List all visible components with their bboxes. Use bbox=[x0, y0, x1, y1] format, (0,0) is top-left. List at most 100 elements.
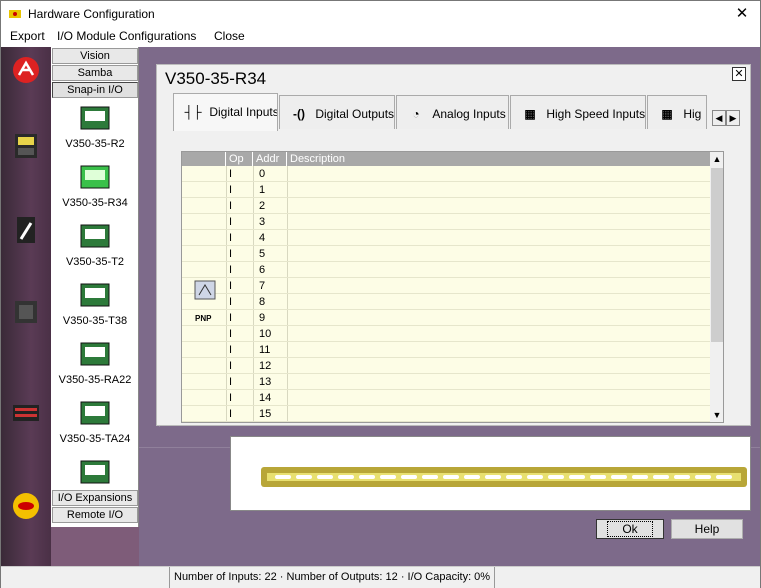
row-addr: 0 bbox=[259, 168, 266, 180]
menu-close[interactable]: Close bbox=[214, 29, 245, 43]
tab-scroll-right-icon[interactable]: ▶ bbox=[726, 110, 740, 126]
menu-io-module-configurations[interactable]: I/O Module Configurations bbox=[57, 29, 196, 43]
module-chip-icon bbox=[80, 165, 110, 189]
scroll-up-icon[interactable]: ▲ bbox=[710, 152, 723, 166]
help-button[interactable]: Help bbox=[671, 519, 743, 539]
module-item[interactable]: V350-35-R2 bbox=[52, 103, 138, 161]
header-blank bbox=[182, 152, 226, 166]
tab-scroll-left-icon[interactable]: ◀ bbox=[712, 110, 726, 126]
module-label: V350-35-T38 bbox=[62, 315, 128, 327]
din-rail bbox=[261, 467, 747, 487]
io-strip-icon[interactable] bbox=[11, 397, 41, 427]
pnp-icon bbox=[194, 280, 216, 300]
table-row[interactable]: I3 bbox=[182, 214, 710, 230]
row-addr: 5 bbox=[259, 248, 266, 260]
table-row[interactable]: I 10 bbox=[182, 326, 710, 342]
tab-high-speed-outputs[interactable]: ▦ Hig bbox=[647, 95, 707, 129]
controller-icon[interactable] bbox=[11, 131, 41, 161]
header-addr[interactable]: Addr bbox=[253, 152, 287, 166]
row-op: I bbox=[229, 360, 233, 372]
module-label: V350-35-T2 bbox=[65, 256, 125, 268]
grid-header: Op Addr Description bbox=[182, 152, 710, 166]
row-addr: 15 bbox=[259, 408, 272, 420]
module-label: V350-35-TA24 bbox=[59, 433, 131, 445]
table-row[interactable]: I5 bbox=[182, 246, 710, 262]
row-addr: 6 bbox=[259, 264, 266, 276]
table-row[interactable]: I1 bbox=[182, 182, 710, 198]
row-op: I bbox=[229, 264, 233, 276]
row-addr: 4 bbox=[259, 232, 266, 244]
pnp-label: PNP bbox=[195, 314, 212, 323]
scroll-down-icon[interactable]: ▼ bbox=[710, 408, 723, 422]
window-close-button[interactable]: ✕ bbox=[728, 3, 756, 25]
table-row[interactable]: I9 bbox=[182, 310, 710, 326]
table-row[interactable]: I 15 bbox=[182, 406, 710, 422]
palette-tab-remote-io[interactable]: Remote I/O bbox=[52, 507, 138, 523]
row-addr: 11 bbox=[259, 344, 271, 356]
tab-scroll-arrows: ◀ ▶ bbox=[712, 110, 742, 126]
din-rail-view bbox=[230, 436, 751, 511]
table-row[interactable]: I6 bbox=[182, 262, 710, 278]
row-op: I bbox=[229, 216, 233, 228]
table-row[interactable]: I4 bbox=[182, 230, 710, 246]
left-toolbar bbox=[1, 47, 51, 566]
menu-export[interactable]: Export bbox=[10, 29, 45, 43]
digital-output-icon: -() bbox=[293, 106, 305, 121]
row-addr: 10 bbox=[259, 328, 272, 340]
table-row[interactable]: I0 bbox=[182, 166, 710, 182]
table-row[interactable]: I 12 bbox=[182, 358, 710, 374]
table-row[interactable]: I2 bbox=[182, 198, 710, 214]
table-row[interactable]: I7 bbox=[182, 278, 710, 294]
table-row[interactable]: I 11 bbox=[182, 342, 710, 358]
module-item[interactable]: V350-35-TA24 bbox=[52, 398, 138, 456]
high-speed-icon: ▦ bbox=[524, 106, 536, 121]
module-chip-icon bbox=[80, 342, 110, 366]
tab-digital-outputs[interactable]: -() Digital Outputs bbox=[279, 95, 395, 129]
table-row[interactable]: I8 bbox=[182, 294, 710, 310]
row-addr: 2 bbox=[259, 200, 266, 212]
module-item[interactable]: V350-35-T38 bbox=[52, 280, 138, 338]
module-chip-icon bbox=[80, 224, 110, 248]
ok-button[interactable]: Ok bbox=[596, 519, 664, 539]
tab-analog-inputs[interactable]: ◔ Analog Inputs bbox=[396, 95, 509, 129]
digital-input-icon: ┤├ bbox=[184, 104, 202, 119]
row-op: I bbox=[229, 344, 233, 356]
row-addr: 3 bbox=[259, 216, 266, 228]
row-op: I bbox=[229, 376, 233, 388]
header-op[interactable]: Op bbox=[226, 152, 253, 166]
grid-vertical-scrollbar[interactable]: ▲ ▼ bbox=[710, 152, 723, 422]
title-bar: Hardware Configuration ✕ bbox=[1, 1, 760, 27]
io-tabs: ┤├ Digital Inputs -() Digital Outputs ◔ … bbox=[173, 93, 743, 131]
module-item[interactable]: V350-35-RA22 bbox=[52, 339, 138, 397]
status-text: Number of Inputs: 22 · Number of Outputs… bbox=[169, 567, 496, 588]
table-row[interactable]: I 14 bbox=[182, 390, 710, 406]
table-row[interactable]: I 13 bbox=[182, 374, 710, 390]
pointer-icon[interactable] bbox=[11, 215, 41, 245]
tab-high-speed-inputs[interactable]: ▦ High Speed Inputs bbox=[510, 95, 646, 129]
palette-tab-snap-in-io[interactable]: Snap-in I/O bbox=[52, 82, 138, 98]
module-chip-icon bbox=[80, 283, 110, 307]
module-chip-icon bbox=[80, 460, 110, 484]
tab-digital-inputs[interactable]: ┤├ Digital Inputs bbox=[173, 93, 278, 131]
status-bar: Number of Inputs: 22 · Number of Outputs… bbox=[1, 566, 760, 588]
warning-eye-icon[interactable] bbox=[11, 491, 41, 521]
scroll-thumb[interactable] bbox=[711, 168, 723, 342]
module-label: V350-35-RA22 bbox=[58, 374, 132, 386]
row-addr: 8 bbox=[259, 296, 266, 308]
module-item[interactable]: V350-35-T2 bbox=[52, 221, 138, 279]
row-op: I bbox=[229, 184, 233, 196]
module-label: V350-35-R34 bbox=[62, 197, 128, 209]
row-op: I bbox=[229, 296, 233, 308]
header-description[interactable]: Description bbox=[287, 152, 710, 166]
row-op: I bbox=[229, 168, 233, 180]
dialog-close-icon[interactable]: ✕ bbox=[732, 67, 746, 81]
module-palette: Vision Samba Snap-in I/O V350-35-R2 V350… bbox=[51, 47, 185, 531]
row-op: I bbox=[229, 200, 233, 212]
row-op: I bbox=[229, 392, 233, 404]
high-speed-icon: ▦ bbox=[661, 106, 673, 121]
palette-tab-io-expansions[interactable]: I/O Expansions bbox=[52, 490, 138, 506]
module-icon[interactable] bbox=[11, 297, 41, 327]
palette-tab-samba[interactable]: Samba bbox=[52, 65, 138, 81]
module-item[interactable]: V350-35-R34 bbox=[52, 162, 138, 220]
palette-tab-vision[interactable]: Vision bbox=[52, 48, 138, 64]
